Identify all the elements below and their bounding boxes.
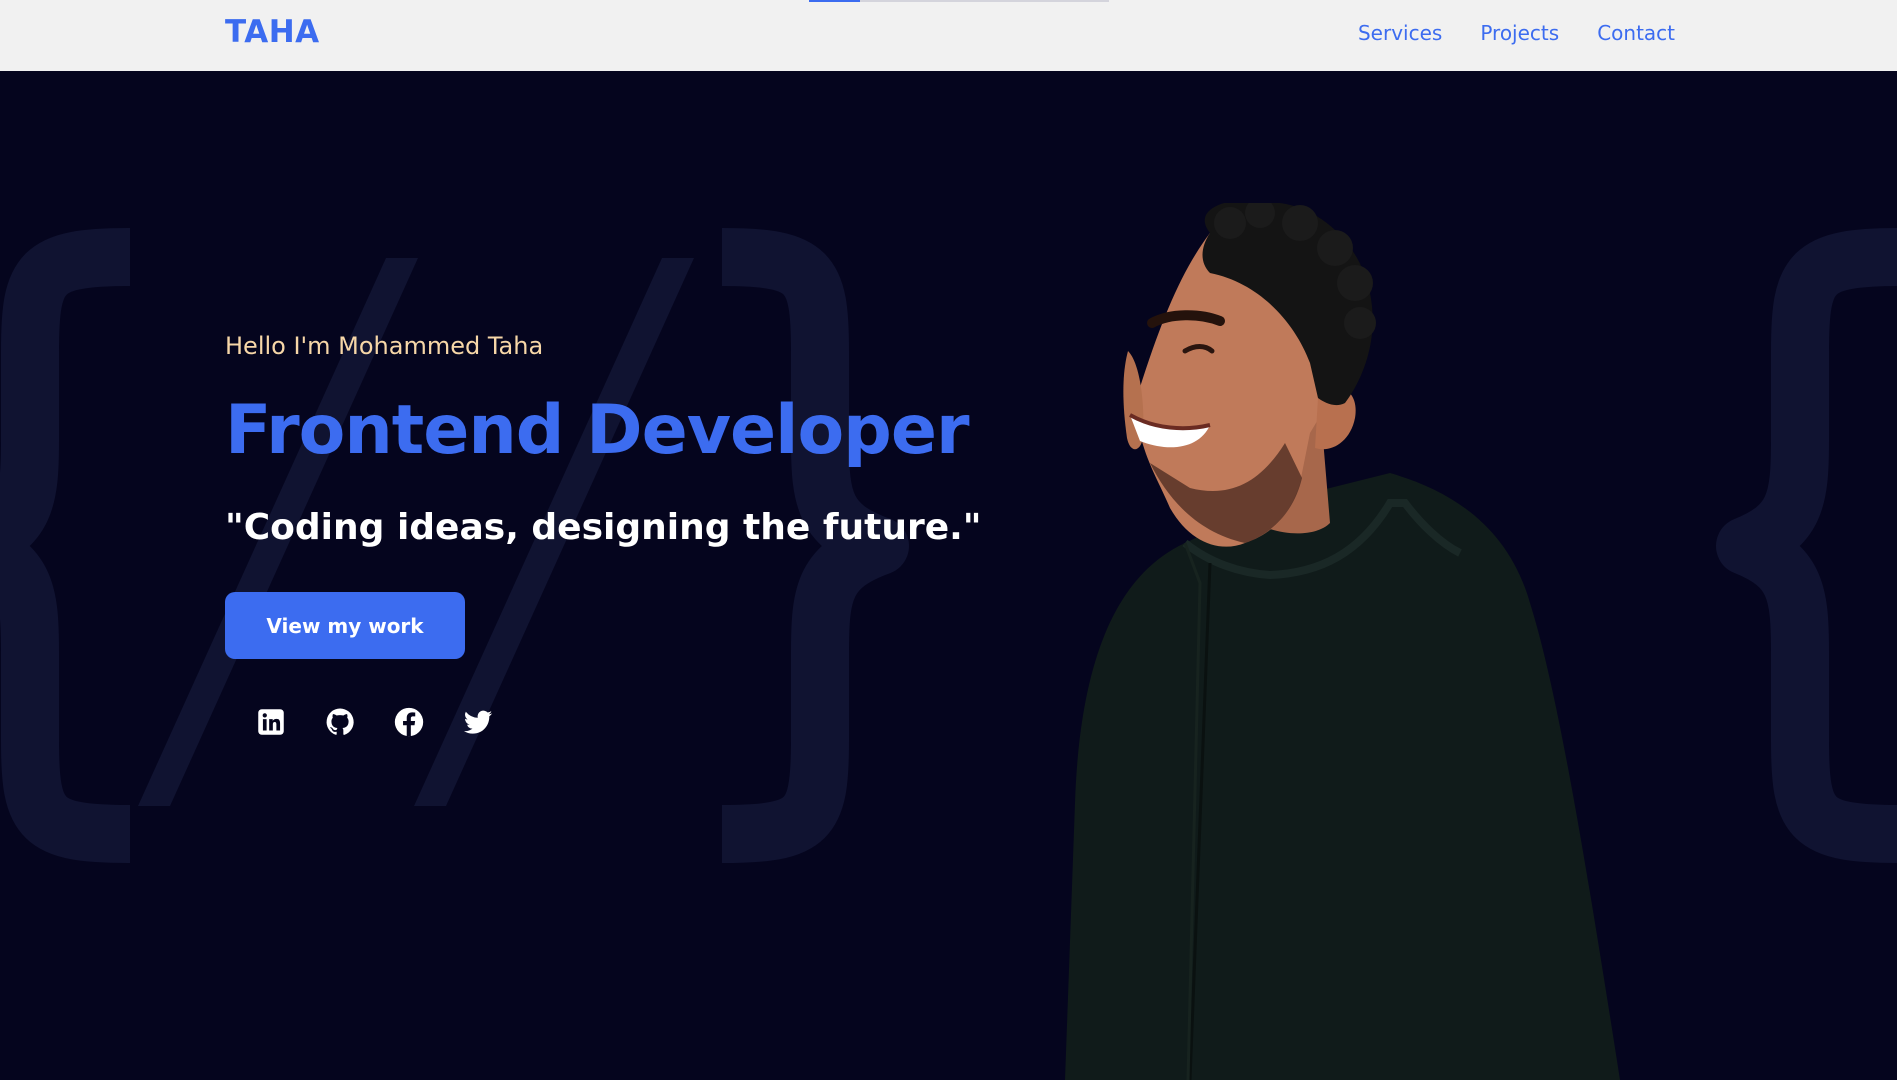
linkedin-icon[interactable] — [254, 705, 288, 739]
portrait-photo — [1065, 203, 1620, 1080]
logo[interactable]: TAHA — [225, 14, 320, 50]
nav-link-contact[interactable]: Contact — [1597, 21, 1675, 45]
social-links — [254, 705, 495, 739]
role-heading: Frontend Developer — [225, 391, 970, 470]
facebook-icon[interactable] — [392, 705, 426, 739]
github-icon[interactable] — [323, 705, 357, 739]
scroll-progress-indicator — [809, 0, 1109, 2]
nav-link-projects[interactable]: Projects — [1480, 21, 1559, 45]
hero-section: Hello I'm Mohammed Taha Frontend Develop… — [0, 71, 1897, 1080]
nav-links: Services Projects Contact — [1358, 21, 1675, 45]
twitter-icon[interactable] — [461, 705, 495, 739]
navbar: TAHA Services Projects Contact — [0, 0, 1897, 71]
scroll-progress-fill — [809, 0, 860, 2]
greeting-text: Hello I'm Mohammed Taha — [225, 332, 544, 360]
view-my-work-button[interactable]: View my work — [225, 592, 465, 659]
tagline: "Coding ideas, designing the future." — [225, 507, 982, 548]
nav-link-services[interactable]: Services — [1358, 21, 1442, 45]
